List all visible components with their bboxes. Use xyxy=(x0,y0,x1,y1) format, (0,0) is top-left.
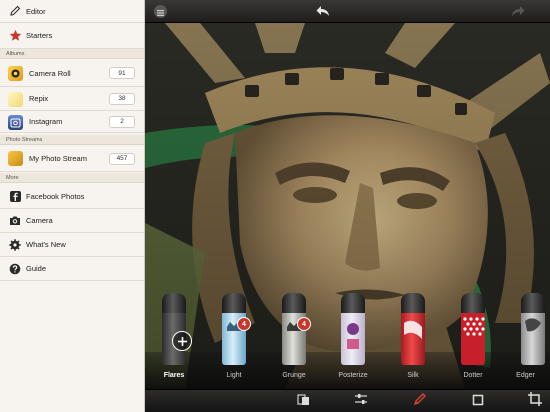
top-toolbar xyxy=(145,0,550,23)
filter-label-posterize: Posterize xyxy=(338,372,368,379)
filter-label-dotter: Dotter xyxy=(463,372,483,379)
album-thumbnail xyxy=(8,92,23,107)
album-count-badge: 91 xyxy=(109,67,135,79)
stream-label: My Photo Stream xyxy=(29,154,87,163)
filter-can-dotter[interactable] xyxy=(461,293,485,365)
sidebar-item-label: Camera xyxy=(26,216,53,225)
album-thumbnail xyxy=(8,66,23,81)
album-thumbnail xyxy=(8,151,23,166)
album-label: Instagram xyxy=(29,117,63,126)
redo-arrow-icon xyxy=(510,6,526,23)
filter-label-flares: Flares xyxy=(163,372,185,379)
stream-count-badge: 457 xyxy=(109,152,135,165)
filter-can-flares[interactable] xyxy=(162,293,186,365)
sidebar-item-facebook-photos[interactable]: Facebook Photos xyxy=(0,184,144,209)
album-item-camera-roll[interactable]: Camera Roll 91 xyxy=(0,60,144,87)
filter-label-grunge: Grunge xyxy=(282,372,306,379)
album-item-repix[interactable]: Repix 38 xyxy=(0,87,144,111)
crop-icon xyxy=(528,392,542,411)
instagram-icon xyxy=(8,115,23,130)
filter-label-light: Light xyxy=(226,372,242,379)
sidebar-item-label: Editor xyxy=(26,6,46,16)
sidebar-item-label: Starters xyxy=(26,31,53,40)
star-icon xyxy=(8,29,22,43)
sidebar-item-guide[interactable]: Guide xyxy=(0,257,144,281)
album-count-badge: 38 xyxy=(109,92,135,105)
sidebar-item-label: What's New xyxy=(26,240,66,249)
album-label: Repix xyxy=(29,94,49,103)
frame-button[interactable] xyxy=(470,394,486,409)
facebook-icon xyxy=(8,189,22,203)
camera-icon xyxy=(8,214,22,228)
filter-can-posterize[interactable] xyxy=(341,293,365,365)
redo-button[interactable] xyxy=(510,4,526,19)
compare-icon xyxy=(296,393,310,411)
sidebar: Editor Starters Albums Camera Roll 91 Re… xyxy=(0,0,145,412)
add-filter-icon[interactable] xyxy=(172,331,192,351)
hamburger-icon xyxy=(157,3,164,21)
help-icon xyxy=(8,262,22,276)
sidebar-item-label: Facebook Photos xyxy=(26,191,85,201)
sidebar-item-starters[interactable]: Starters xyxy=(0,23,144,49)
sidebar-item-whats-new[interactable]: What's New xyxy=(0,233,144,257)
album-item-instagram[interactable]: Instagram 2 xyxy=(0,111,144,133)
adjust-sliders-icon xyxy=(354,393,368,411)
frame-icon xyxy=(472,393,484,411)
album-label: Camera Roll xyxy=(29,68,71,78)
menu-button[interactable] xyxy=(154,5,167,18)
filter-count-badge: 4 xyxy=(237,317,251,331)
adjust-button[interactable] xyxy=(353,393,369,411)
stream-item-my-photo-stream[interactable]: My Photo Stream 457 xyxy=(0,146,144,172)
brush-icon xyxy=(413,392,427,411)
sidebar-item-camera[interactable]: Camera xyxy=(0,209,144,233)
crop-button[interactable] xyxy=(527,392,543,411)
gear-icon xyxy=(8,238,22,252)
album-count-badge: 2 xyxy=(109,115,135,128)
undo-button[interactable] xyxy=(315,4,331,19)
pencil-icon xyxy=(8,4,22,18)
bottom-toolbar xyxy=(145,389,550,412)
compare-button[interactable] xyxy=(295,393,311,411)
filter-can-edger[interactable] xyxy=(521,293,545,365)
filter-count-badge: 4 xyxy=(297,317,311,331)
filter-label-edger: Edger xyxy=(516,372,535,379)
filter-can-silk[interactable] xyxy=(401,293,425,365)
section-header-albums: Albums xyxy=(0,49,144,59)
sidebar-item-editor[interactable]: Editor xyxy=(0,0,144,23)
filter-label-silk: Silk xyxy=(407,372,419,379)
sidebar-item-label: Guide xyxy=(26,264,47,273)
brush-button[interactable] xyxy=(412,392,428,411)
undo-arrow-icon xyxy=(315,6,331,23)
section-header-photo-streams: Photo Streams xyxy=(0,135,144,145)
section-header-more: More xyxy=(0,173,144,183)
